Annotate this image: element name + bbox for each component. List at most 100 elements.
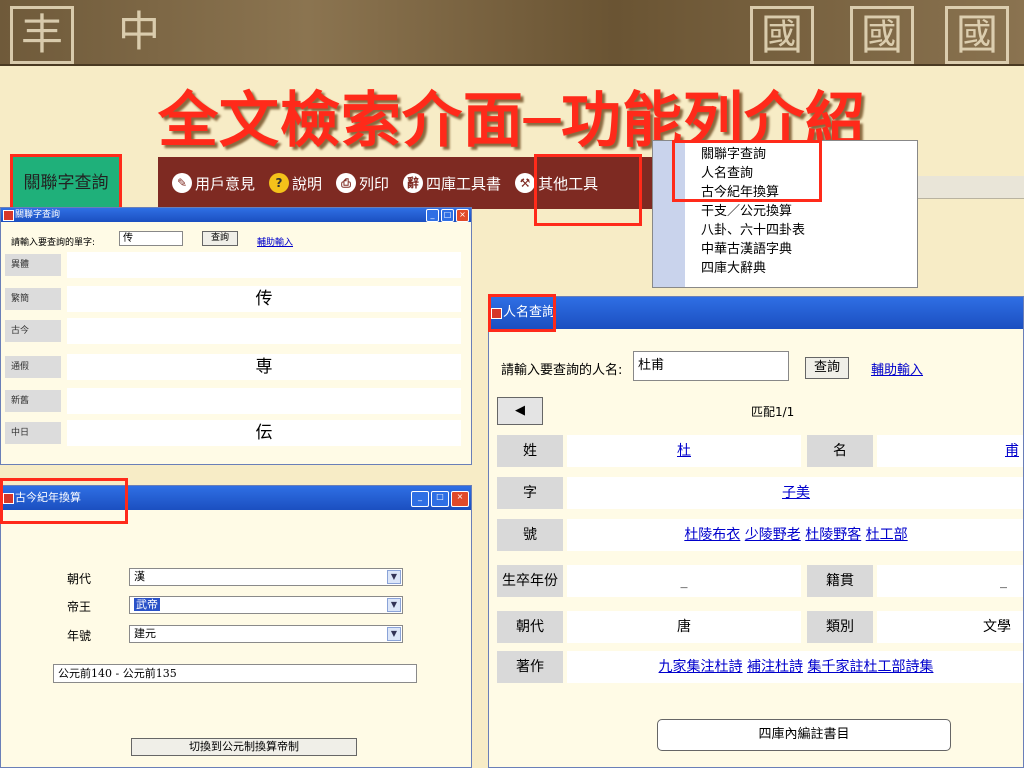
surname-value: 杜 bbox=[567, 435, 801, 467]
person-query-window: 人名查詢 請輸入要查詢的人名: 杜甫 查詢 輔助輸入 ◀ 匹配1/1 姓 杜 名… bbox=[488, 296, 1024, 768]
siku-bibliography-button[interactable]: 四庫內編註書目 bbox=[657, 719, 951, 751]
alias-link[interactable]: 少陵野老 bbox=[745, 527, 801, 543]
person-prompt: 請輸入要查詢的人名: bbox=[501, 363, 623, 378]
native-place-value: _ bbox=[877, 565, 1023, 597]
alias-link[interactable]: 杜工部 bbox=[866, 527, 908, 543]
toolbar-strip bbox=[916, 176, 1024, 199]
work-link[interactable]: 補注杜詩 bbox=[747, 659, 803, 675]
banner-glyph: 中 bbox=[117, 7, 160, 56]
person-assist-link[interactable]: 輔助輸入 bbox=[871, 359, 923, 378]
back-button[interactable]: ◀ bbox=[497, 397, 543, 425]
keyword-prompt: 請輸入要查詢的單字: bbox=[11, 238, 96, 248]
toolbar-label: 用戶意見 bbox=[195, 174, 256, 193]
switch-conversion-button[interactable]: 切換到公元制換算帝制 bbox=[131, 738, 357, 756]
minimize-icon[interactable]: _ bbox=[426, 209, 439, 222]
dynasty-select[interactable]: 漢 ▼ bbox=[129, 568, 403, 586]
banner-glyph: 丰 bbox=[10, 6, 74, 64]
highlight-menu-items bbox=[672, 140, 822, 202]
highlight-person-title bbox=[488, 294, 556, 332]
alias-link[interactable]: 杜陵野客 bbox=[805, 527, 861, 543]
keyword-assist-link[interactable]: 輔助輸入 bbox=[257, 235, 293, 248]
keyword-query-window: 關聯字查詢 _ □ × 請輸入要查詢的單字: 传 查詢 輔助輸入 異體 繁簡传 … bbox=[0, 207, 472, 465]
work-link[interactable]: 集千家註杜工部詩集 bbox=[807, 659, 933, 675]
close-icon[interactable]: × bbox=[451, 491, 469, 507]
alias-label: 號 bbox=[497, 519, 563, 551]
reign-title-select[interactable]: 建元 ▼ bbox=[129, 625, 403, 643]
row-label: 通假 bbox=[5, 356, 61, 378]
reign-title-label: 年號 bbox=[67, 629, 92, 643]
alias-value: 杜陵布衣 少陵野老 杜陵野客 杜工部 bbox=[567, 519, 1023, 551]
select-value: 漢 bbox=[134, 570, 145, 583]
toolbar-label: 列印 bbox=[359, 174, 390, 193]
person-name-input[interactable]: 杜甫 bbox=[633, 351, 789, 381]
row-value bbox=[67, 388, 461, 414]
toolbar-label: 四庫工具書 bbox=[426, 174, 502, 193]
row-value: 传 bbox=[67, 286, 461, 312]
highlight-other-tools bbox=[534, 154, 642, 226]
toolbar-help[interactable]: ? 說明 bbox=[269, 173, 322, 194]
minimize-icon[interactable]: _ bbox=[411, 491, 429, 507]
era-result-field: 公元前140 - 公元前135 bbox=[53, 664, 417, 683]
person-search-button[interactable]: 查詢 bbox=[805, 357, 849, 379]
dynasty-label: 朝代 bbox=[497, 611, 563, 643]
courtesy-name-link[interactable]: 子美 bbox=[782, 485, 810, 501]
emperor-label: 帝王 bbox=[67, 600, 92, 614]
relation-row: 通假専 bbox=[5, 354, 461, 380]
toolbar-feedback[interactable]: ✎ 用戶意見 bbox=[172, 173, 255, 194]
era-conversion-window: 古今紀年換算 _ □ × 朝代 漢 ▼ 帝王 武帝 ▼ 年號 建元 ▼ 公元前140 … bbox=[0, 485, 472, 768]
row-value bbox=[67, 318, 461, 344]
tools-icon: ⚒ bbox=[515, 173, 536, 193]
chevron-down-icon[interactable]: ▼ bbox=[387, 598, 401, 612]
row-label: 繁簡 bbox=[5, 288, 61, 310]
relation-row: 異體 bbox=[5, 252, 461, 278]
highlight-era-title bbox=[0, 478, 128, 524]
select-value: 建元 bbox=[134, 627, 156, 640]
category-value: 文學 bbox=[877, 611, 1023, 643]
native-place-label: 籍貫 bbox=[807, 565, 873, 597]
keyword-query-badge[interactable]: 關聯字查詢 bbox=[10, 154, 122, 212]
relation-row: 新舊 bbox=[5, 388, 461, 414]
window-titlebar: 人名查詢 bbox=[489, 297, 1023, 329]
reference-books-icon: 辭 bbox=[403, 173, 424, 193]
keyword-input[interactable]: 传 bbox=[119, 231, 183, 246]
category-label: 類別 bbox=[807, 611, 873, 643]
chevron-down-icon[interactable]: ▼ bbox=[387, 627, 401, 641]
relation-row: 中日伝 bbox=[5, 420, 461, 446]
close-icon[interactable]: × bbox=[456, 209, 469, 222]
works-value: 九家集注杜詩 補注杜詩 集千家註杜工部詩集 bbox=[567, 651, 1023, 683]
toolbar-reference-books[interactable]: 辭四庫工具書 bbox=[403, 173, 501, 194]
surname-label: 姓 bbox=[497, 435, 563, 467]
keyword-search-button[interactable]: 查詢 bbox=[202, 231, 238, 246]
row-value: 伝 bbox=[67, 420, 461, 446]
row-value: 専 bbox=[67, 354, 461, 380]
maximize-icon[interactable]: □ bbox=[441, 209, 454, 222]
relation-row: 繁簡传 bbox=[5, 286, 461, 312]
row-label: 中日 bbox=[5, 422, 61, 444]
lifespan-label: 生卒年份 bbox=[497, 565, 563, 597]
relation-row: 古今 bbox=[5, 318, 461, 344]
maximize-icon[interactable]: □ bbox=[431, 491, 449, 507]
window-titlebar: 關聯字查詢 _ □ × bbox=[1, 208, 471, 222]
toolbar-print[interactable]: ⎙ 列印 bbox=[336, 173, 389, 194]
top-banner: 丰 中 國 國 國 bbox=[0, 0, 1024, 66]
courtesy-name-label: 字 bbox=[497, 477, 563, 509]
chevron-down-icon[interactable]: ▼ bbox=[387, 570, 401, 584]
menu-item-ganzhi-conversion[interactable]: 干支／公元換算 bbox=[701, 202, 805, 221]
banner-glyph: 國 bbox=[750, 6, 814, 64]
menu-item-chinese-dictionary[interactable]: 中華古漢語字典 bbox=[701, 240, 805, 259]
row-label: 古今 bbox=[5, 320, 61, 342]
dynasty-label: 朝代 bbox=[67, 572, 92, 586]
dynasty-value: 唐 bbox=[567, 611, 801, 643]
given-name-label: 名 bbox=[807, 435, 873, 467]
surname-link[interactable]: 杜 bbox=[677, 443, 691, 459]
given-name-link[interactable]: 甫 bbox=[1005, 443, 1019, 459]
match-count: 匹配1/1 bbox=[751, 405, 795, 419]
alias-link[interactable]: 杜陵布衣 bbox=[684, 527, 740, 543]
menu-item-bagua-table[interactable]: 八卦、六十四卦表 bbox=[701, 221, 805, 240]
menu-item-siku-dictionary[interactable]: 四庫大辭典 bbox=[701, 259, 805, 278]
emperor-select[interactable]: 武帝 ▼ bbox=[129, 596, 403, 614]
feedback-icon: ✎ bbox=[172, 173, 192, 193]
work-link[interactable]: 九家集注杜詩 bbox=[659, 659, 743, 675]
row-label: 異體 bbox=[5, 254, 61, 276]
lifespan-value: _ bbox=[567, 565, 801, 597]
